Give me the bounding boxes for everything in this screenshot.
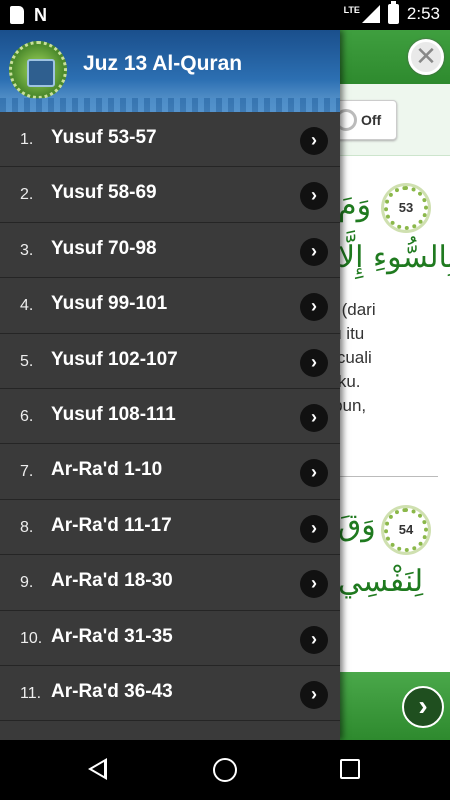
arabic-verse-text: لِنَفْسِي <box>338 564 424 599</box>
menu-item-number: 5. <box>20 352 34 370</box>
drawer-menu-item[interactable]: 6. Yusuf 108-111 › <box>0 389 340 445</box>
chevron-right-icon: › <box>300 625 328 654</box>
menu-item-label: Ar-Ra'd 31-35 <box>51 625 173 647</box>
menu-item-number: 1. <box>20 131 34 148</box>
chevron-right-icon: › <box>300 348 328 377</box>
menu-item-label: Yusuf 102-107 <box>51 348 178 370</box>
drawer-menu-item[interactable]: 1. Yusuf 53-57 › <box>0 112 340 168</box>
battery-icon <box>387 1 399 24</box>
drawer-menu-item[interactable]: 10. Ar-Ra'd 31-35 › <box>0 611 340 666</box>
menu-item-number: 10. <box>20 629 43 647</box>
quran-logo-icon <box>9 41 67 99</box>
arabic-verse-text: وَمَ <box>338 188 372 223</box>
toggle-label: Off <box>361 112 382 128</box>
ayah-number-badge: 53 <box>384 186 428 230</box>
menu-item-number: 2. <box>20 186 34 204</box>
drawer-title: Juz 13 Al-Quran <box>83 52 243 75</box>
chevron-right-icon: › <box>300 570 328 599</box>
divider <box>340 476 438 477</box>
menu-item-label: Ar-Ra'd 1-10 <box>51 459 163 481</box>
chevron-right-icon: › <box>300 403 328 432</box>
next-page-button[interactable]: › <box>402 686 444 728</box>
surah-list: 1. Yusuf 53-57 › 2. Yusuf 58-69 › 3. Yusuf 70-9… <box>0 112 340 722</box>
navigation-drawer: Juz 13 Al-Quran 1. Yusuf 53-57 › 2. Yusuf 58… <box>0 30 340 740</box>
network-type: LTE <box>343 4 360 15</box>
menu-item-number: 4. <box>20 297 34 315</box>
menu-item-label: Yusuf 58-69 <box>51 182 157 204</box>
menu-item-number: 9. <box>20 574 34 592</box>
back-icon[interactable] <box>88 758 107 780</box>
chevron-right-icon: › <box>300 680 328 709</box>
recent-apps-icon[interactable] <box>340 759 360 779</box>
audio-toggle[interactable]: Off <box>330 100 397 140</box>
arabic-verse-text: بِالسُّوءِ إِلَّا <box>338 240 450 275</box>
menu-item-number: 3. <box>20 241 34 259</box>
menu-item-label: Ar-Ra'd 36-43 <box>51 680 173 702</box>
chevron-right-icon: › <box>300 237 328 266</box>
arabic-verse-text: وَقَ <box>338 508 376 543</box>
menu-item-label: Yusuf 70-98 <box>51 237 157 259</box>
menu-item-number: 7. <box>20 463 34 481</box>
drawer-menu-item[interactable]: 4. Yusuf 99-101 › <box>0 278 340 334</box>
chevron-right-icon: › <box>300 293 328 322</box>
system-nav-bar <box>0 740 450 800</box>
menu-item-label: Yusuf 108-111 <box>51 403 176 425</box>
menu-item-number: 8. <box>20 518 34 536</box>
drawer-menu-item[interactable]: 7. Ar-Ra'd 1-10 › <box>0 444 340 500</box>
drawer-header: Juz 13 Al-Quran <box>0 30 340 112</box>
status-bar: N LTE 2:53 <box>0 0 450 30</box>
ayah-number-badge: 54 <box>384 508 428 552</box>
menu-item-label: Ar-Ra'd 18-30 <box>51 570 173 592</box>
signal-icon <box>361 5 380 23</box>
drawer-menu-item[interactable]: 5. Yusuf 102-107 › <box>0 334 340 389</box>
close-button[interactable]: ✕ <box>408 39 444 75</box>
drawer-menu-item[interactable]: 3. Yusuf 70-98 › <box>0 223 340 279</box>
sd-card-icon <box>10 6 24 24</box>
chevron-right-icon: › <box>300 459 328 488</box>
chevron-right-icon: › <box>300 514 328 543</box>
chevron-right-icon: › <box>300 182 328 211</box>
menu-item-label: Ar-Ra'd 11-17 <box>51 514 172 536</box>
menu-item-label: Yusuf 53-57 <box>51 127 157 148</box>
drawer-menu-item[interactable]: 9. Ar-Ra'd 18-30 › <box>0 555 340 611</box>
home-icon[interactable] <box>213 758 237 782</box>
drawer-menu-item[interactable]: 11. Ar-Ra'd 36-43 › <box>0 666 340 722</box>
drawer-menu-item[interactable]: 2. Yusuf 58-69 › <box>0 167 340 223</box>
notification-n-icon: N <box>34 5 47 25</box>
menu-item-number: 6. <box>20 407 34 425</box>
drawer-menu-item[interactable]: 8. Ar-Ra'd 11-17 › <box>0 500 340 556</box>
clock: 2:53 <box>406 4 440 23</box>
menu-item-number: 11. <box>20 684 42 702</box>
menu-item-label: Yusuf 99-101 <box>51 293 168 315</box>
chevron-right-icon: › <box>300 127 328 155</box>
